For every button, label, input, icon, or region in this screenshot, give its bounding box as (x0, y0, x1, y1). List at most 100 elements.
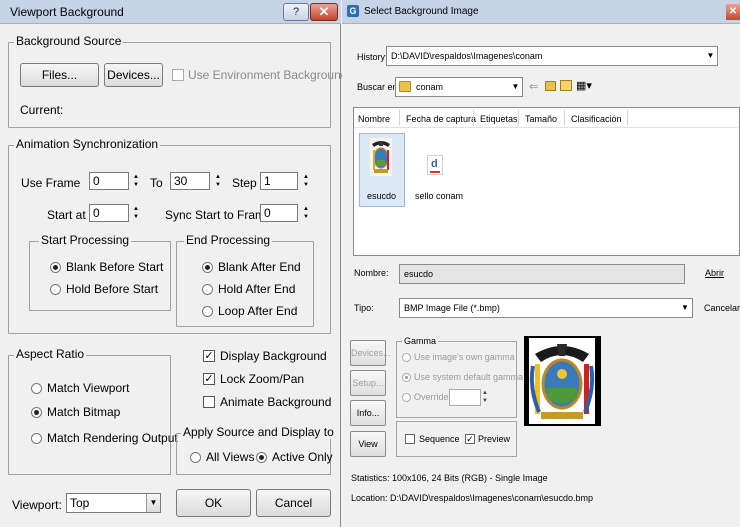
blank-after-end-label: Blank After End (218, 260, 301, 274)
hold-after-end-label: Hold After End (218, 282, 296, 296)
history-dropdown-arrow[interactable]: ▼ (704, 47, 717, 65)
sync-start-input[interactable]: 0 (260, 204, 298, 222)
aspect-ratio-legend: Aspect Ratio (14, 347, 87, 361)
preview-checkbox[interactable]: ✓ (465, 434, 475, 444)
background-source-legend: Background Source (14, 34, 124, 48)
document-glyph-icon: d (431, 158, 438, 170)
column-header-rating[interactable]: Clasificación (571, 114, 622, 124)
lookin-dropdown[interactable]: conam (395, 77, 523, 97)
type-label: Tipo: (354, 303, 374, 313)
override-gamma-spinner[interactable]: ▲ ▼ (482, 389, 488, 405)
animate-background-checkbox[interactable] (203, 396, 215, 408)
cancel-button[interactable]: Cancel (256, 489, 331, 517)
start-at-input[interactable]: 0 (89, 204, 129, 222)
up-folder-icon[interactable] (545, 81, 556, 91)
start-at-label: Start at (47, 208, 86, 222)
file-list[interactable] (353, 107, 740, 256)
column-separator (518, 110, 519, 126)
active-only-label: Active Only (272, 450, 333, 464)
end-processing-legend: End Processing (184, 233, 273, 247)
column-header-size[interactable]: Tamaño (525, 114, 557, 124)
column-separator (399, 110, 400, 126)
use-frame-spinner[interactable]: ▲ ▼ (131, 173, 141, 191)
column-header-name[interactable]: Nombre (358, 114, 390, 124)
blank-before-start-label: Blank Before Start (66, 260, 164, 274)
match-bitmap-label: Match Bitmap (47, 405, 121, 419)
to-input[interactable]: 30 (170, 172, 210, 190)
file-type-dropdown[interactable]: BMP Image File (*.bmp) (399, 298, 693, 318)
open-button[interactable]: Abrir (705, 268, 724, 278)
close-icon[interactable]: ✕ (726, 4, 740, 20)
lookin-dropdown-arrow[interactable]: ▼ (509, 78, 522, 96)
current-label: Current: (20, 103, 64, 117)
close-button[interactable]: ✕ (310, 3, 338, 21)
column-header-date[interactable]: Fecha de captura (406, 114, 476, 124)
hold-before-start-radio[interactable] (50, 284, 61, 295)
gamma-legend: Gamma (402, 336, 439, 346)
lock-zoom-pan-label: Lock Zoom/Pan (220, 372, 305, 386)
all-views-label: All Views (206, 450, 255, 464)
column-separator (564, 110, 565, 126)
history-dropdown[interactable]: D:\DAVID\respaldos\Imagenes\conam (386, 46, 718, 66)
to-spinner[interactable]: ▲ ▼ (213, 173, 223, 191)
match-rendering-output-radio[interactable] (31, 433, 42, 444)
history-label: History: (357, 52, 388, 62)
column-header-tags[interactable]: Etiquetas (480, 114, 518, 124)
start-processing-group (29, 241, 171, 311)
viewport-select-arrow[interactable]: ▼ (146, 494, 160, 512)
lock-zoom-pan-checkbox[interactable]: ✓ (203, 373, 215, 385)
coat-of-arms-preview (529, 338, 595, 424)
use-frame-input[interactable]: 0 (89, 172, 129, 190)
step-label: Step (232, 176, 257, 190)
title-bar[interactable]: Viewport Background ? ✕ (0, 0, 341, 24)
file-name-esucdo: esucdo (367, 191, 397, 201)
step-spinner[interactable]: ▲ ▼ (301, 173, 311, 191)
files-button[interactable]: Files... (20, 63, 99, 87)
sequence-checkbox[interactable] (405, 434, 415, 444)
column-separator (627, 110, 628, 126)
step-input[interactable]: 1 (260, 172, 298, 190)
use-environment-background-label: Use Environment Background (188, 68, 348, 82)
override-gamma-radio[interactable] (402, 393, 411, 402)
use-frame-label: Use Frame (21, 176, 81, 190)
info-button[interactable]: Info... (350, 400, 386, 426)
sync-start-spinner[interactable]: ▲ ▼ (301, 205, 311, 223)
back-icon[interactable]: ⇐ (529, 80, 538, 93)
active-only-radio[interactable] (256, 452, 267, 463)
filename-input[interactable]: esucdo (399, 264, 685, 284)
blank-after-end-radio[interactable] (202, 262, 213, 273)
loop-after-end-label: Loop After End (218, 304, 298, 318)
help-button[interactable]: ? (283, 3, 309, 21)
viewport-label: Viewport: (12, 498, 62, 512)
own-gamma-radio[interactable] (402, 353, 411, 362)
start-at-spinner[interactable]: ▲ ▼ (131, 205, 141, 223)
override-gamma-input[interactable] (449, 389, 481, 406)
hold-after-end-radio[interactable] (202, 284, 213, 295)
filename-value: esucdo (404, 269, 434, 279)
ok-button[interactable]: OK (176, 489, 251, 517)
title-bar-select[interactable]: G Select Background Image ✕ (342, 0, 740, 24)
new-folder-icon[interactable] (560, 80, 572, 91)
apply-source-legend: Apply Source and Display to (181, 425, 336, 439)
lookin-label: Buscar en: (357, 82, 401, 92)
setup-button[interactable]: Setup... (350, 370, 386, 396)
match-rendering-output-label: Match Rendering Output (47, 431, 178, 445)
system-default-gamma-radio[interactable] (402, 373, 411, 382)
override-gamma-label: Override (414, 392, 449, 402)
match-viewport-radio[interactable] (31, 383, 42, 394)
view-button[interactable]: View (350, 431, 386, 457)
match-bitmap-radio[interactable] (31, 407, 42, 418)
devices-button[interactable]: Devices... (104, 63, 163, 87)
all-views-radio[interactable] (190, 452, 201, 463)
view-menu-icon[interactable]: ▦▾ (576, 79, 592, 92)
lookin-value: conam (416, 82, 444, 92)
loop-after-end-radio[interactable] (202, 306, 213, 317)
blank-before-start-radio[interactable] (50, 262, 61, 273)
devices-select-button[interactable]: Devices... (350, 340, 391, 366)
cancel-select-button[interactable]: Cancelar (704, 303, 740, 313)
dialog-title: Viewport Background (10, 5, 124, 19)
use-environment-background-checkbox[interactable] (172, 69, 184, 81)
display-background-checkbox[interactable]: ✓ (203, 350, 215, 362)
column-separator (473, 110, 474, 126)
file-type-dropdown-arrow[interactable]: ▼ (678, 299, 692, 317)
